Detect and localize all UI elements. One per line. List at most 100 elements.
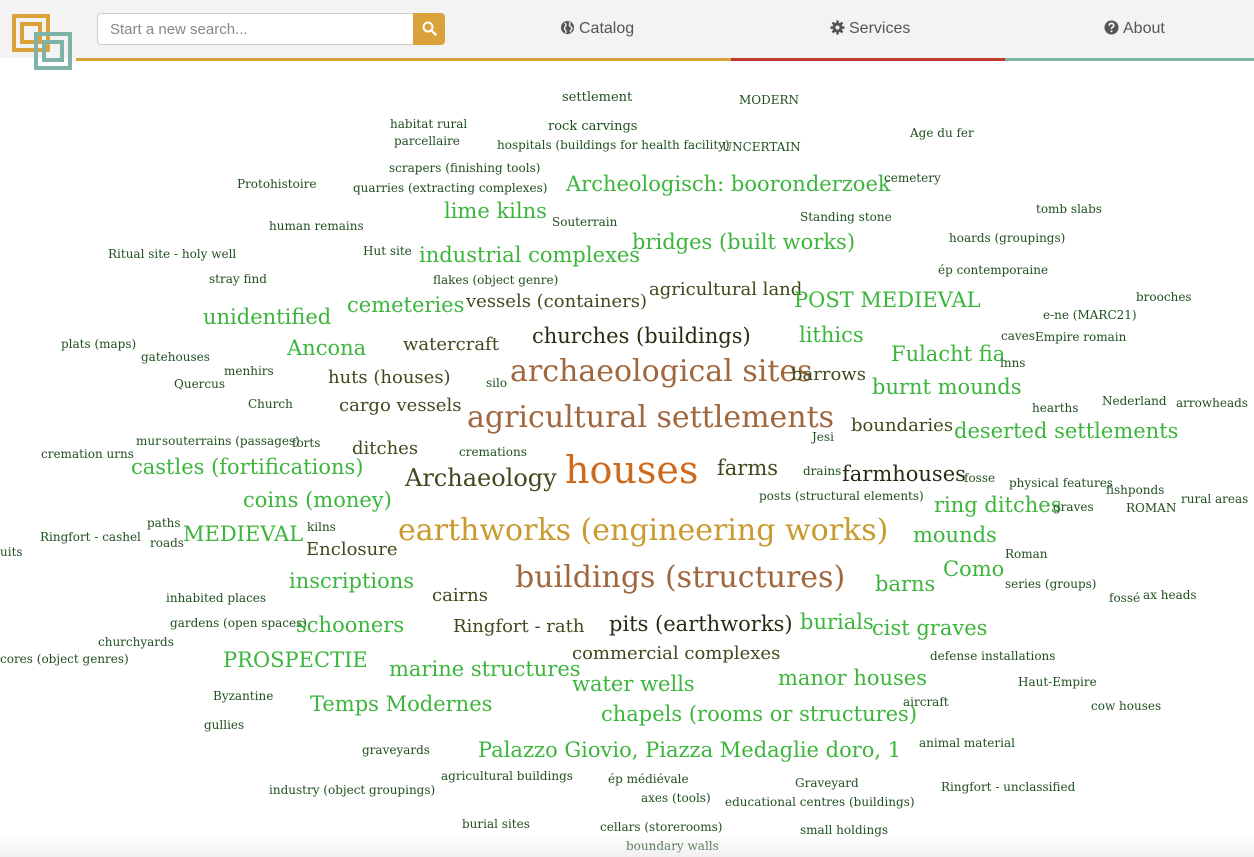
cloud-tag[interactable]: cist graves bbox=[872, 618, 987, 639]
cloud-tag[interactable]: brooches bbox=[1136, 291, 1192, 303]
cloud-tag[interactable]: churches (buildings) bbox=[532, 326, 751, 347]
cloud-tag[interactable]: barrows bbox=[791, 366, 866, 384]
nav-about[interactable]: About bbox=[1104, 20, 1165, 38]
cloud-tag[interactable]: churchyards bbox=[98, 636, 174, 648]
cloud-tag[interactable]: defense installations bbox=[930, 650, 1055, 662]
cloud-tag[interactable]: boundary walls bbox=[626, 840, 719, 852]
cloud-tag[interactable]: hoards (groupings) bbox=[949, 232, 1065, 244]
cloud-tag[interactable]: Roman bbox=[1005, 548, 1048, 560]
cloud-tag[interactable]: cremations bbox=[459, 446, 527, 458]
cloud-tag[interactable]: inhabited places bbox=[166, 592, 266, 604]
cloud-tag[interactable]: Fulacht fia bbox=[891, 344, 1005, 365]
cloud-tag[interactable]: Archaeology bbox=[405, 466, 557, 490]
cloud-tag[interactable]: uits bbox=[0, 546, 23, 558]
cloud-tag[interactable]: Standing stone bbox=[800, 211, 892, 223]
cloud-tag[interactable]: Protohistoire bbox=[237, 178, 317, 190]
cloud-tag[interactable]: hospitals (buildings for health facility… bbox=[497, 139, 730, 151]
cloud-tag[interactable]: ring ditches bbox=[934, 495, 1062, 516]
cloud-tag[interactable]: drains bbox=[803, 465, 841, 477]
cloud-tag[interactable]: animal material bbox=[919, 737, 1015, 749]
cloud-tag[interactable]: burial sites bbox=[462, 818, 530, 830]
cloud-tag[interactable]: physical features bbox=[1009, 477, 1113, 489]
cloud-tag[interactable]: farms bbox=[717, 458, 778, 479]
cloud-tag[interactable]: PROSPECTIE bbox=[223, 650, 368, 671]
cloud-tag[interactable]: posts (structural elements) bbox=[759, 490, 924, 502]
cloud-tag[interactable]: cemetery bbox=[884, 172, 941, 184]
cloud-tag[interactable]: ép contemporaine bbox=[938, 264, 1048, 276]
cloud-tag[interactable]: arrowheads bbox=[1176, 397, 1248, 409]
cloud-tag[interactable]: POST MEDIEVAL bbox=[794, 290, 981, 311]
cloud-tag[interactable]: agricultural land bbox=[649, 281, 802, 299]
cloud-tag[interactable]: earthworks (engineering works) bbox=[398, 516, 888, 546]
cloud-tag[interactable]: industry (object groupings) bbox=[269, 784, 435, 796]
cloud-tag[interactable]: Palazzo Giovio, Piazza Medaglie doro, 1 bbox=[478, 740, 901, 761]
cloud-tag[interactable]: Temps Modernes bbox=[310, 694, 492, 715]
cloud-tag[interactable]: Ringfort - rath bbox=[453, 618, 584, 636]
cloud-tag[interactable]: mounds bbox=[913, 525, 997, 546]
cloud-tag[interactable]: stray find bbox=[209, 273, 267, 285]
cloud-tag[interactable]: lime kilns bbox=[444, 201, 547, 222]
cloud-tag[interactable]: watercraft bbox=[403, 336, 499, 354]
cloud-tag[interactable]: MODERN bbox=[739, 94, 799, 106]
cloud-tag[interactable]: vessels (containers) bbox=[466, 293, 647, 311]
cloud-tag[interactable]: educational centres (buildings) bbox=[725, 796, 915, 808]
cloud-tag[interactable]: burnt mounds bbox=[872, 377, 1021, 398]
cloud-tag[interactable]: Graveyard bbox=[795, 777, 859, 789]
cloud-tag[interactable]: houses bbox=[565, 451, 698, 489]
cloud-tag[interactable]: farmhouses bbox=[842, 464, 966, 485]
cloud-tag[interactable]: cremation urns bbox=[41, 448, 134, 460]
cloud-tag[interactable]: ROMAN bbox=[1126, 502, 1176, 514]
cloud-tag[interactable]: forts bbox=[292, 437, 320, 449]
cloud-tag[interactable]: buildings (structures) bbox=[515, 563, 845, 593]
cloud-tag[interactable]: rural areas bbox=[1181, 493, 1248, 505]
cloud-tag[interactable]: Church bbox=[248, 398, 293, 410]
search-button[interactable] bbox=[413, 13, 445, 45]
cloud-tag[interactable]: small holdings bbox=[800, 824, 888, 836]
cloud-tag[interactable]: graveyards bbox=[362, 744, 430, 756]
cloud-tag[interactable]: agricultural buildings bbox=[441, 770, 573, 782]
cloud-tag[interactable]: fosse bbox=[964, 472, 995, 484]
cloud-tag[interactable]: cores (object genres) bbox=[0, 653, 129, 665]
nav-services[interactable]: Services bbox=[830, 20, 910, 38]
cloud-tag[interactable]: chapels (rooms or structures) bbox=[601, 704, 917, 725]
cloud-tag[interactable]: water wells bbox=[572, 674, 695, 695]
cloud-tag[interactable]: Ringfort - unclassified bbox=[941, 781, 1075, 793]
cloud-tag[interactable]: Empire romain bbox=[1035, 331, 1126, 343]
cloud-tag[interactable]: scrapers (finishing tools) bbox=[389, 162, 540, 174]
cloud-tag[interactable]: marine structures bbox=[389, 659, 581, 680]
cloud-tag[interactable]: tomb slabs bbox=[1036, 203, 1102, 215]
cloud-tag[interactable]: Enclosure bbox=[306, 541, 398, 559]
cloud-tag[interactable]: MEDIEVAL bbox=[183, 524, 303, 545]
cloud-tag[interactable]: series (groups) bbox=[1005, 578, 1096, 590]
cloud-tag[interactable]: castles (fortifications) bbox=[131, 457, 363, 478]
cloud-tag[interactable]: kilns bbox=[307, 521, 336, 533]
cloud-tag[interactable]: fishponds bbox=[1106, 484, 1164, 496]
cloud-tag[interactable]: Como bbox=[943, 559, 1004, 580]
cloud-tag[interactable]: Ringfort - cashel bbox=[40, 531, 141, 543]
cloud-tag[interactable]: Archeologisch: booronderzoek bbox=[566, 174, 891, 195]
cloud-tag[interactable]: industrial complexes bbox=[419, 245, 640, 266]
cloud-tag[interactable]: Nederland bbox=[1102, 395, 1167, 407]
cloud-tag[interactable]: coins (money) bbox=[243, 490, 392, 511]
cloud-tag[interactable]: inscriptions bbox=[289, 571, 414, 592]
cloud-tag[interactable]: burials bbox=[800, 612, 874, 633]
cloud-tag[interactable]: lithics bbox=[799, 325, 864, 346]
cloud-tag[interactable]: archaeological sites bbox=[510, 357, 813, 387]
cloud-tag[interactable]: schooners bbox=[296, 615, 404, 636]
cloud-tag[interactable]: gatehouses bbox=[141, 351, 210, 363]
cloud-tag[interactable]: agricultural settlements bbox=[467, 403, 834, 433]
cloud-tag[interactable]: cemeteries bbox=[347, 295, 464, 316]
cloud-tag[interactable]: ép médiévale bbox=[608, 773, 689, 785]
cloud-tag[interactable]: Souterrain bbox=[552, 216, 617, 228]
cloud-tag[interactable]: inns bbox=[1000, 357, 1025, 369]
cloud-tag[interactable]: e-ne (MARC21) bbox=[1043, 309, 1137, 321]
cloud-tag[interactable]: silo bbox=[486, 377, 507, 389]
cloud-tag[interactable]: bridges (built works) bbox=[632, 232, 855, 253]
cloud-tag[interactable]: cellars (storerooms) bbox=[600, 821, 723, 833]
cloud-tag[interactable]: quarries (extracting complexes) bbox=[353, 182, 547, 194]
cloud-tag[interactable]: settlement bbox=[562, 91, 632, 104]
cloud-tag[interactable]: gullies bbox=[204, 719, 244, 731]
cloud-tag[interactable]: caves bbox=[1001, 330, 1035, 342]
cloud-tag[interactable]: hearths bbox=[1032, 402, 1078, 414]
cloud-tag[interactable]: Ancona bbox=[287, 338, 366, 359]
